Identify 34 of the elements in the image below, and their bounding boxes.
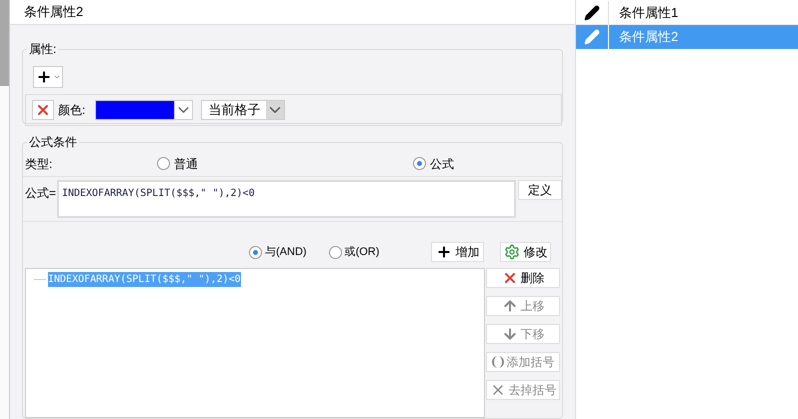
list-item[interactable]: 条件属性1: [576, 1, 798, 25]
radio-label: 普通: [174, 156, 198, 172]
remove-button[interactable]: [32, 100, 54, 120]
add-button[interactable]: [33, 66, 63, 88]
item-label: 条件属性2: [619, 28, 678, 46]
plus-icon: [436, 244, 452, 260]
define-button[interactable]: 定义: [518, 180, 562, 200]
color-picker[interactable]: [95, 100, 194, 120]
scope-dropdown[interactable]: 当前格子: [201, 100, 286, 120]
radio-button[interactable]: [157, 157, 170, 170]
radio-button[interactable]: [249, 246, 262, 258]
action-button[interactable]: 删除: [486, 268, 560, 288]
radio-label: 与(AND): [265, 244, 307, 260]
pencil-icon: [584, 29, 600, 45]
radio-label: 公式: [430, 156, 454, 172]
radio-button[interactable]: [413, 157, 426, 170]
gear-icon: [504, 244, 520, 260]
plus-icon: [36, 68, 52, 85]
color-label: 颜色:: [58, 102, 86, 119]
section-legend: 公式条件: [27, 133, 79, 151]
up-arrow-icon: [502, 298, 518, 314]
add-condition-button[interactable]: 增加: [431, 242, 484, 262]
formula-label: 公式=: [25, 185, 57, 202]
radio-label: 或(OR): [344, 244, 380, 260]
pencil-icon: [584, 4, 600, 20]
type-label: 类型:: [25, 156, 54, 172]
dropdown-icon: [266, 100, 284, 119]
radio-button[interactable]: [328, 246, 342, 258]
panel-title: 条件属性2: [10, 0, 575, 25]
item-label: 条件属性1: [619, 4, 678, 22]
formula-field[interactable]: INDEXOFARRAY(SPLIT($$$," "),2)<0: [56, 180, 516, 218]
down-arrow-icon: [502, 326, 518, 342]
modify-button[interactable]: 修改: [500, 242, 552, 262]
parentheses-icon: [492, 356, 504, 368]
